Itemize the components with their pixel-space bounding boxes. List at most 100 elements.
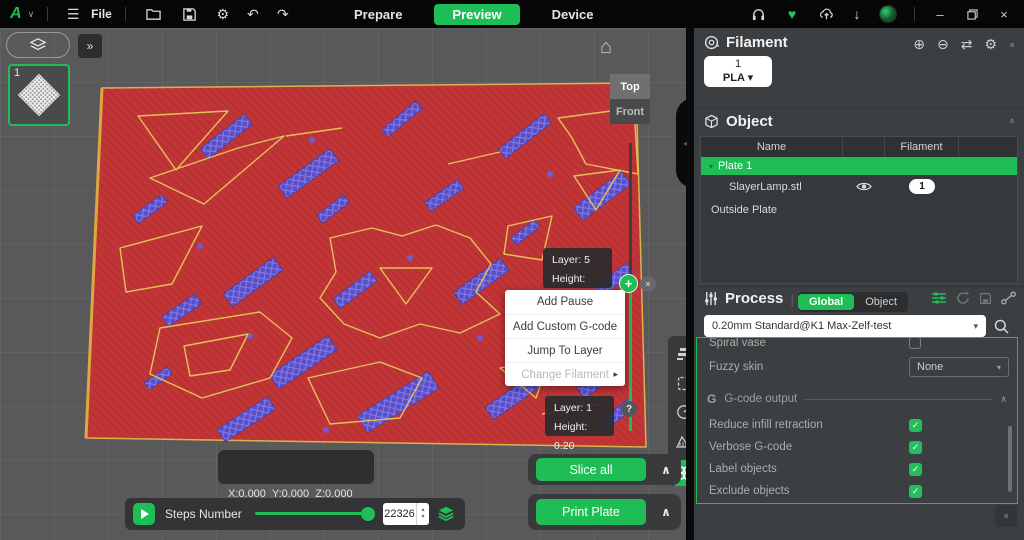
fuzzy-skin-select[interactable]: None ▾ [909,357,1009,377]
play-button[interactable] [133,503,155,525]
tab-global[interactable]: Global [798,294,854,310]
print-options-chevron[interactable]: ∧ [652,494,680,530]
preview-viewport[interactable]: » 1 ⌂ Top Front Layer: 5 Height: 1.00 + … [0,28,686,540]
print-plate-button[interactable]: Print Plate [536,499,646,525]
home-view-icon[interactable]: ⌂ [600,36,612,59]
layer-bars-icon[interactable] [674,344,686,364]
undo-icon[interactable]: ↶ [241,6,265,23]
setting-row-exclude-objects[interactable]: Exclude objects ✓ [697,480,1017,502]
structure-icon[interactable] [674,431,686,451]
setting-row-spiral-vase[interactable]: Spiral vase [697,337,1017,354]
verbose-gcode-checkbox[interactable]: ✓ [909,441,922,454]
tune-settings-icon[interactable] [931,291,947,305]
settings-panel: Filament ⊕ ⊖ ⇄ ⚙ » 1 PLA ▾ Object » Name… [694,28,1024,540]
remove-marker-button[interactable]: × [640,276,656,292]
plate-thumbnail[interactable]: 1 [8,64,70,126]
settings-scrollbar[interactable] [1008,426,1012,492]
menu-item-jump-to-layer[interactable]: Jump To Layer [505,338,625,362]
setting-row-fuzzy-skin[interactable]: Fuzzy skin None ▾ [697,356,1017,378]
steps-value-box[interactable]: 22326 ▴ ▾ [383,503,429,525]
reduce-infill-retraction-checkbox[interactable]: ✓ [909,419,922,432]
support-headset-icon[interactable] [743,0,773,28]
setting-row-verbose-gcode[interactable]: Verbose G-code ✓ [697,436,1017,458]
filament-slot-card[interactable]: 1 PLA ▾ [704,56,772,87]
steps-slider-track[interactable] [255,512,370,515]
filament-settings-gear-icon[interactable]: ⚙ [984,36,997,53]
logo-chevron-icon[interactable]: ∨ [28,9,35,20]
exclude-objects-checkbox[interactable]: ✓ [909,485,922,498]
hamburger-icon[interactable]: ☰ [61,6,85,23]
view-front-button[interactable]: Front [610,99,650,124]
object-collapse-icon[interactable]: » [1006,118,1016,123]
restore-button[interactable] [958,9,986,20]
object-table: Name Filament ▾ Plate 1 SlayerLamp.stl 1… [700,136,1018,284]
table-row-model[interactable]: SlayerLamp.stl 1 [701,175,1017,198]
panel-arrow-icon: ◂ [683,139,687,148]
filament-slot-material[interactable]: PLA ▾ [723,72,753,86]
plate-thumbnail-number: 1 [14,67,20,79]
spin-up-icon[interactable]: ▴ [421,507,424,514]
menu-item-add-pause[interactable]: Add Pause [505,290,625,314]
setting-row-label-objects[interactable]: Label objects ✓ [697,458,1017,480]
save-preset-icon[interactable] [979,292,992,305]
setting-row-reduce-infill-retraction[interactable]: Reduce infill retraction ✓ [697,414,1017,436]
slice-all-button[interactable]: Slice all [536,458,646,481]
model-filament-badge[interactable]: 1 [909,179,935,194]
favorites-heart-icon[interactable]: ♥ [777,0,807,28]
redo-icon[interactable]: ↷ [271,6,295,23]
tab-prepare[interactable]: Prepare [340,4,416,25]
tree-caret-icon[interactable]: ▾ [709,162,713,171]
collapse-panel-button[interactable]: » [995,505,1017,527]
print-action-group: Print Plate ∧ [528,494,681,530]
process-scope-tabs: Global Object [798,292,908,312]
close-button[interactable]: × [990,7,1018,22]
preset-dropdown[interactable]: 0.20mm Standard@K1 Max-Zelf-test ▾ [704,315,986,337]
help-button[interactable]: ? [621,401,637,417]
panel-collapse-handle[interactable]: ◂ [676,98,694,188]
file-menu[interactable]: File [91,7,112,21]
menu-item-add-custom-gcode[interactable]: Add Custom G-code [505,314,625,338]
open-file-button[interactable] [139,0,169,28]
spin-down-icon[interactable]: ▾ [421,514,424,521]
tab-preview[interactable]: Preview [434,4,519,25]
expand-plates-button[interactable]: » [78,34,102,58]
visibility-eye-icon[interactable] [843,181,885,192]
app-logo-icon[interactable]: A [10,5,22,23]
slicer-app: A ∨ ☰ File ⚙ ↶ ↷ Prepare Preview Device [0,0,1024,540]
download-icon[interactable]: ↓ [845,6,869,22]
layers-green-icon[interactable] [437,505,455,521]
view-top-button[interactable]: Top [610,74,650,99]
user-avatar[interactable] [873,0,903,28]
process-sliders-icon [704,291,718,306]
remove-filament-icon[interactable]: ⊖ [937,36,949,53]
slice-options-chevron[interactable]: ∧ [652,454,680,485]
line-type-icon[interactable] [674,373,686,393]
search-icon[interactable] [994,319,1009,334]
minimize-button[interactable]: – [926,7,954,22]
label-objects-checkbox[interactable]: ✓ [909,463,922,476]
speed-gauge-icon[interactable] [674,402,686,422]
menu-item-change-filament[interactable]: Change Filament ▸ [505,362,625,386]
steps-spinner[interactable]: ▴ ▾ [416,503,429,525]
tab-object-scope[interactable]: Object [854,294,908,310]
flow-calibration-icon[interactable] [1001,291,1016,305]
table-row-plate[interactable]: ▾ Plate 1 [701,157,1017,175]
preset-name: 0.20mm Standard@K1 Max-Zelf-test [712,320,973,332]
filament-collapse-icon[interactable]: » [1006,42,1016,47]
spiral-vase-checkbox[interactable] [909,337,921,349]
section-collapse-icon[interactable]: ∧ [1000,394,1007,405]
add-filament-icon[interactable]: ⊕ [913,36,925,53]
steps-slider-handle[interactable] [361,507,375,521]
layer-slider-track-upper[interactable] [629,143,632,283]
settings-gear-icon[interactable]: ⚙ [211,6,235,23]
steps-value[interactable]: 22326 [383,508,416,520]
save-button[interactable] [175,0,205,28]
tab-device[interactable]: Device [538,4,608,25]
section-gcode-output[interactable]: G G-code output ∧ [697,388,1017,410]
layers-pill-button[interactable] [6,32,70,58]
sync-filament-icon[interactable]: ⇄ [961,36,973,53]
cloud-upload-icon[interactable] [811,0,841,28]
select-dropdown-icon: ▾ [997,363,1001,372]
table-row-outside[interactable]: Outside Plate [701,198,1017,221]
reset-icon[interactable] [956,291,970,305]
